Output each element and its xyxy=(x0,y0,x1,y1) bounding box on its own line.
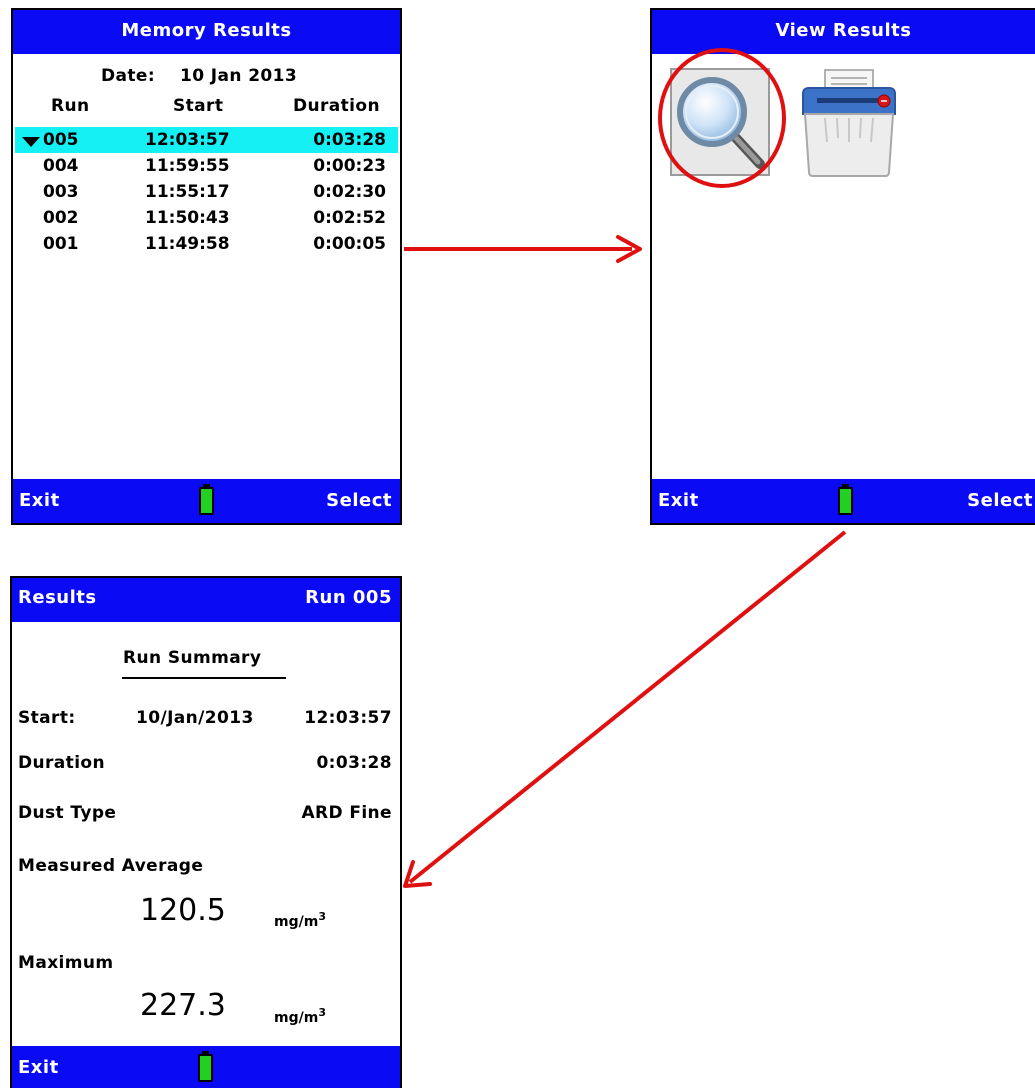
arrow-memory-to-view xyxy=(404,235,642,263)
arrow-view-to-results xyxy=(403,530,847,888)
flow-arrows xyxy=(403,235,847,888)
